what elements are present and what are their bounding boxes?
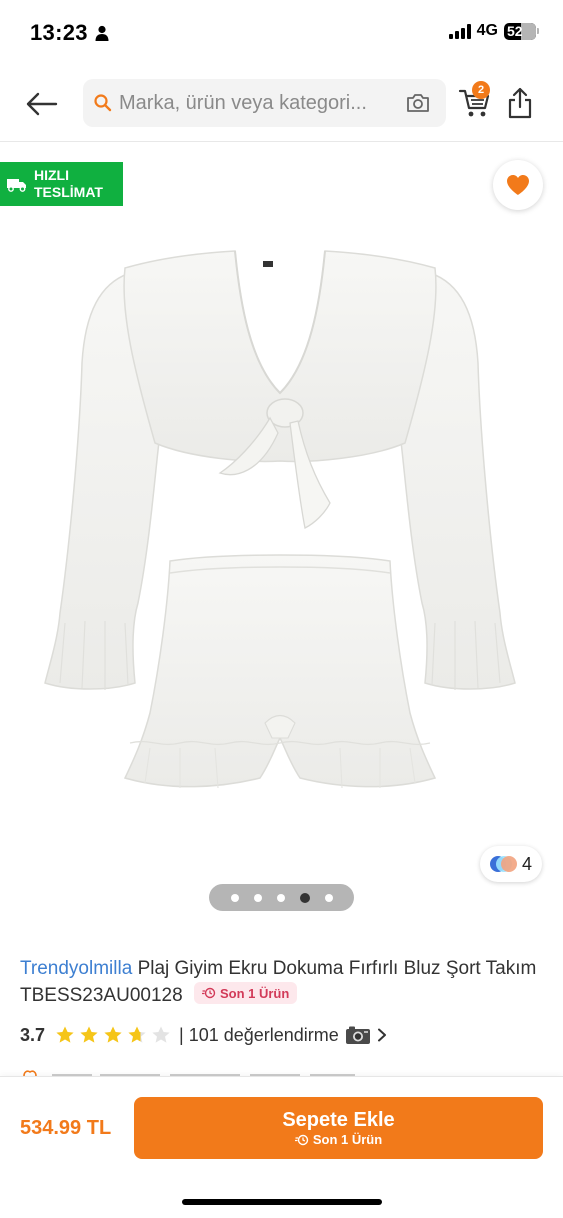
battery-percent: 52 xyxy=(507,22,523,39)
color-swatches-icon xyxy=(489,856,517,872)
product-title: Trendyolmilla Plaj Giyim Ekru Dokuma Fır… xyxy=(20,955,545,1009)
camera-search-icon[interactable] xyxy=(405,92,431,114)
price: 534.99 TL xyxy=(20,1117,112,1139)
battery-icon: 52 xyxy=(504,22,536,40)
photo-reviews-icon xyxy=(345,1026,370,1044)
color-count: 4 xyxy=(521,853,532,874)
product-photo xyxy=(44,250,516,789)
star-icon xyxy=(80,1026,98,1043)
star-icon xyxy=(152,1026,170,1043)
brand-link[interactable]: Trendyolmilla xyxy=(20,958,132,979)
truck-icon xyxy=(7,179,26,192)
arrow-left-icon xyxy=(26,92,58,116)
gallery-dot[interactable] xyxy=(230,893,239,902)
fast-delivery-line2: TESLİMAT xyxy=(34,184,103,200)
signal-icon xyxy=(448,23,471,39)
star-icon xyxy=(128,1026,146,1043)
stock-tag: Son 1 Ürün xyxy=(193,982,298,1004)
header: 2 xyxy=(0,66,563,142)
clock-icon xyxy=(294,1134,309,1146)
status-bar: 13:23 4G 52 xyxy=(0,0,563,66)
color-options-chip[interactable]: 4 xyxy=(480,846,542,882)
search-input[interactable] xyxy=(119,91,401,115)
add-to-cart-button[interactable]: Sepete Ekle Son 1 Ürün xyxy=(134,1097,543,1159)
rating-stars xyxy=(55,1025,171,1045)
gallery-dot[interactable] xyxy=(324,893,333,902)
add-to-cart-sub-label: Son 1 Ürün xyxy=(312,1132,383,1147)
rating-row[interactable]: 3.7 | 101 değerlendirme xyxy=(20,1022,387,1048)
search-box[interactable] xyxy=(83,79,446,127)
favorite-button[interactable] xyxy=(493,160,543,210)
review-count[interactable]: | 101 değerlendirme xyxy=(179,1025,339,1046)
gallery-dot[interactable] xyxy=(253,893,262,902)
back-button[interactable] xyxy=(24,86,60,122)
fast-delivery-badge: HIZLI TESLİMAT xyxy=(0,162,123,206)
search-icon xyxy=(94,94,112,112)
clock-icon xyxy=(201,987,216,999)
add-to-cart-sub: Son 1 Ürün xyxy=(294,1132,383,1148)
chevron-right-icon xyxy=(377,1028,386,1042)
partially-hidden-row xyxy=(23,1070,355,1076)
home-indicator xyxy=(182,1199,382,1205)
stock-tag-label: Son 1 Ürün xyxy=(219,985,290,1001)
gallery-dot[interactable] xyxy=(299,892,310,903)
cart-count-badge: 2 xyxy=(472,81,490,99)
bottom-action-bar: 534.99 TL Sepete Ekle Son 1 Ürün xyxy=(0,1076,563,1218)
product-gallery[interactable]: HIZLI TESLİMAT 4 xyxy=(0,143,563,923)
star-icon xyxy=(104,1026,122,1043)
rating-value: 3.7 xyxy=(20,1024,46,1045)
share-icon[interactable] xyxy=(506,86,534,120)
battery-nub xyxy=(537,28,539,34)
gallery-dot[interactable] xyxy=(276,893,285,902)
status-time: 13:23 xyxy=(30,20,88,45)
gallery-pager[interactable] xyxy=(209,884,354,911)
star-icon xyxy=(56,1026,74,1043)
network-type: 4G xyxy=(476,22,498,39)
heart-icon xyxy=(507,175,529,195)
add-to-cart-label: Sepete Ekle xyxy=(282,1109,395,1131)
person-icon xyxy=(95,25,109,41)
fast-delivery-line1: HIZLI xyxy=(34,167,69,183)
status-indicators: 4G 52 xyxy=(448,22,539,40)
